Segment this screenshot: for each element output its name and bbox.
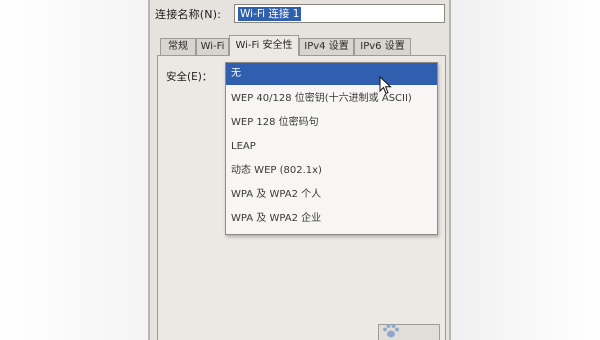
photo-background-right <box>451 0 600 340</box>
tab-label: 常规 <box>168 41 188 52</box>
security-option-none[interactable]: 无 <box>226 63 437 85</box>
connection-name-value: Wi-Fi 连接 1 <box>238 7 302 21</box>
security-option-leap[interactable]: LEAP <box>226 136 437 158</box>
connection-editor-window: 连接名称(N): Wi-Fi 连接 1 常规 Wi-Fi Wi-Fi 安全性 I… <box>148 0 451 340</box>
tab-label: IPv6 设置 <box>360 41 405 52</box>
tab-ipv6-settings[interactable]: IPv6 设置 <box>354 38 411 55</box>
photo-background-left <box>0 0 148 340</box>
security-dropdown-list[interactable]: 无 WEP 40/128 位密钥(十六进制或 ASCII) WEP 128 位密… <box>225 62 438 235</box>
tab-wifi-security[interactable]: Wi-Fi 安全性 <box>229 35 299 56</box>
security-option-wpa-enterprise[interactable]: WPA 及 WPA2 企业 <box>226 208 437 230</box>
tab-label: Wi-Fi <box>200 41 225 52</box>
paw-watermark-icon <box>383 324 399 338</box>
security-option-dynamic-wep[interactable]: 动态 WEP (802.1x) <box>226 160 437 182</box>
connection-name-input[interactable]: Wi-Fi 连接 1 <box>234 4 445 23</box>
security-option-wep-passphrase[interactable]: WEP 128 位密码句 <box>226 112 437 134</box>
connection-name-label: 连接名称(N): <box>155 8 222 21</box>
tab-ipv4-settings[interactable]: IPv4 设置 <box>299 38 354 55</box>
tab-label: IPv4 设置 <box>304 41 349 52</box>
mouse-pointer-icon <box>379 76 392 95</box>
security-option-wep-key[interactable]: WEP 40/128 位密钥(十六进制或 ASCII) <box>226 88 437 110</box>
tab-wifi[interactable]: Wi-Fi <box>196 38 229 55</box>
security-label: 安全(E)： <box>166 71 213 83</box>
tab-general[interactable]: 常规 <box>160 38 196 55</box>
tab-label: Wi-Fi 安全性 <box>235 40 293 51</box>
security-option-wpa-personal[interactable]: WPA 及 WPA2 个人 <box>226 184 437 206</box>
